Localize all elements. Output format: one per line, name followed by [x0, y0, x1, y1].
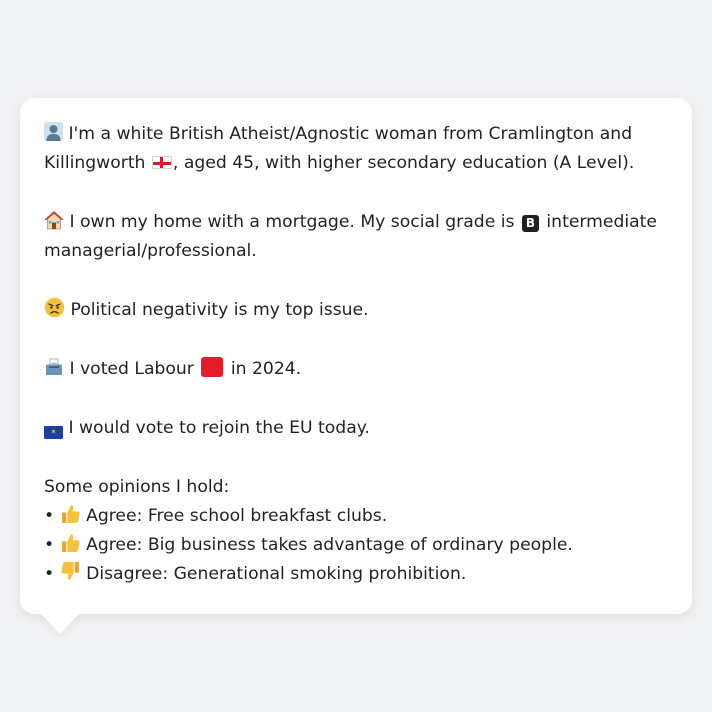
home-text-part-1: I own my home with a mortgage. My social…: [69, 212, 515, 233]
issue-paragraph: Political negativity is my top issue.: [44, 296, 668, 325]
ballot-box-icon: [46, 358, 62, 375]
opinion-statement: Big business takes advantage of ordinary…: [147, 535, 573, 556]
opinion-statement: Generational smoking prohibition.: [173, 564, 467, 585]
bullet: •: [44, 535, 55, 556]
thumbs-down-icon: [61, 562, 79, 581]
vote-text-part-1: I voted Labour: [69, 358, 194, 379]
eu-flag-icon: ✶: [44, 425, 63, 439]
letter-b-icon: B: [521, 215, 539, 233]
angry-face-icon: [44, 297, 65, 318]
list-item: • Disagree: Generational smoking prohibi…: [44, 560, 668, 589]
bullet: •: [44, 564, 55, 585]
bullet: •: [44, 505, 55, 526]
opinion-stance: Agree: [86, 505, 137, 526]
vote-text-part-2: in 2024.: [230, 358, 302, 379]
vote-paragraph: I voted Labour in 2024.: [44, 355, 668, 384]
thumbs-up-icon: [61, 534, 80, 553]
eu-text: I would vote to rejoin the EU today.: [68, 417, 370, 438]
bubble-tail: [40, 613, 80, 634]
england-flag-icon: [151, 156, 172, 170]
opinion-stance: Agree: [86, 535, 137, 556]
list-item: • Agree: Free school breakfast clubs.: [44, 502, 668, 531]
list-item: • Agree: Big business takes advantage of…: [44, 531, 668, 560]
red-square-icon: [201, 356, 224, 377]
home-paragraph: I own my home with a mortgage. My social…: [44, 208, 668, 267]
opinion-stance: Disagree: [86, 564, 163, 585]
bio-text-part-2: , aged 45, with higher secondary educati…: [172, 153, 635, 174]
bio-paragraph: I'm a white British Atheist/Agnostic wom…: [44, 120, 668, 179]
issue-text: Political negativity is my top issue.: [70, 300, 369, 321]
person-silhouette-icon: [44, 122, 63, 141]
opinion-statement: Free school breakfast clubs.: [147, 505, 388, 526]
house-icon: [44, 211, 64, 230]
eu-paragraph: ✶ I would vote to rejoin the EU today.: [44, 414, 668, 443]
opinions-heading: Some opinions I hold:: [44, 476, 230, 497]
thumbs-up-icon: [61, 505, 80, 523]
persona-message-bubble: I'm a white British Atheist/Agnostic wom…: [20, 98, 692, 614]
